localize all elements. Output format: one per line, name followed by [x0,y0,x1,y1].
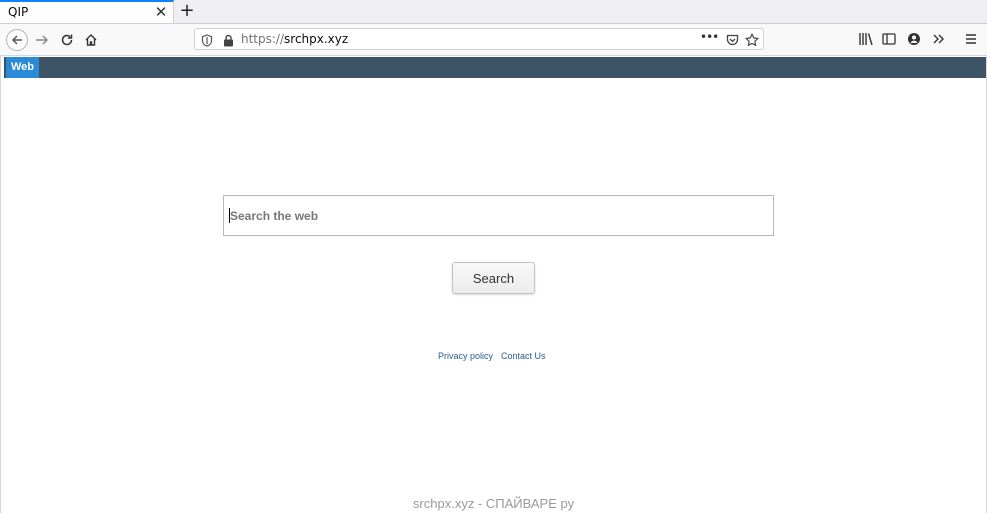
menu-icon [966,34,976,44]
text-caret [229,208,230,223]
back-button[interactable] [5,28,29,52]
navigation-toolbar: https://srchpx.xyz ••• [0,24,987,56]
bookmark-star-icon[interactable] [744,32,760,48]
reload-icon [61,34,73,46]
forward-button[interactable] [30,28,54,52]
tab-strip: QIP ✕ + [0,0,987,24]
url-host: srchpx.xyz [284,32,349,46]
url-bar[interactable]: https://srchpx.xyz ••• [194,28,764,50]
menu-button[interactable] [961,29,981,49]
lock-icon[interactable] [220,32,236,48]
forward-icon [36,35,49,45]
home-button[interactable] [79,28,103,52]
sidebar-icon [882,33,896,45]
search-input[interactable] [223,195,774,236]
privacy-policy-link[interactable]: Privacy policy [438,351,493,361]
browser-tab[interactable]: QIP ✕ [0,0,174,23]
contact-us-link[interactable]: Contact Us [501,351,546,361]
account-button[interactable] [904,29,924,49]
watermark-caption: srchpx.xyz - СПАЙВАРЕ ру [412,496,575,511]
sidebar-button[interactable] [879,29,899,49]
footer-links: Privacy policy Contact Us [438,351,546,361]
tab-close-icon[interactable]: ✕ [153,3,169,21]
reload-button[interactable] [55,28,79,52]
account-icon [908,33,920,45]
pocket-icon[interactable] [724,32,740,48]
library-button[interactable] [856,29,876,49]
site-nav-bar: Web [4,57,986,78]
overflow-button[interactable] [929,29,949,49]
back-icon [6,29,28,51]
url-text: https://srchpx.xyz [241,32,348,46]
window-border-left [0,56,1,513]
home-icon [85,34,97,46]
web-tab[interactable]: Web [6,57,39,78]
shield-icon[interactable] [199,32,215,48]
url-scheme: https:// [241,32,285,46]
page-actions-icon[interactable]: ••• [700,30,719,44]
overflow-icon [933,34,944,44]
tab-title: QIP [8,5,29,19]
library-icon [859,33,873,46]
search-button[interactable]: Search [452,262,535,294]
new-tab-icon[interactable]: + [176,1,198,21]
